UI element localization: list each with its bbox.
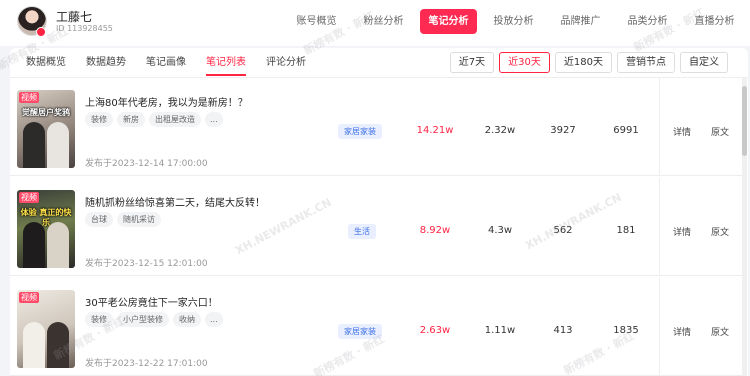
scrollbar-thumb[interactable] xyxy=(742,86,747,156)
table-row: 视频 觉醒居户奖鸦 上海80年代老房，我以为是新房！？ 装修 新房 出租屋改造 … xyxy=(10,78,743,176)
shares-value: 181 xyxy=(616,225,636,236)
comments-value: 3927 xyxy=(550,125,576,136)
interactions-value: 8.92w xyxy=(419,225,451,236)
nav-category-analysis[interactable]: 品类分析 xyxy=(614,9,681,34)
tag-chip[interactable]: 新房 xyxy=(117,112,145,127)
person-figure xyxy=(47,122,69,168)
range-marketing-node-button[interactable]: 营销节点 xyxy=(617,52,675,73)
note-title[interactable]: 随机抓粉丝给惊喜第二天，结尾大反转！ xyxy=(85,194,265,209)
note-tags: 台球 随机采访 xyxy=(85,212,161,227)
tag-chip[interactable]: 随机采访 xyxy=(117,212,161,227)
main-nav: 账号概览 粉丝分析 笔记分析 投放分析 品牌推广 品类分析 直播分析 xyxy=(283,9,748,34)
platform-badge-icon xyxy=(36,27,46,37)
person-figure xyxy=(23,222,45,268)
note-list: 视频 觉醒居户奖鸦 上海80年代老房，我以为是新房！？ 装修 新房 出租屋改造 … xyxy=(10,78,748,376)
publish-time: 发布于2023-12-14 17:00:00 xyxy=(85,159,208,169)
note-thumbnail[interactable]: 视频 体验 真正的快乐 xyxy=(17,190,75,268)
note-thumbnail[interactable]: 视频 xyxy=(17,290,75,368)
actions-column xyxy=(659,278,743,376)
publish-time: 发布于2023-12-15 12:01:00 xyxy=(85,259,208,269)
more-tags-button[interactable]: ... xyxy=(205,312,223,327)
top-header: 工藤七 ID 113928455 账号概览 粉丝分析 笔记分析 投放分析 品牌推… xyxy=(0,0,750,46)
detail-link[interactable]: 详情 xyxy=(673,125,691,138)
vertical-scrollbar[interactable] xyxy=(742,78,747,376)
range-30d-button[interactable]: 近30天 xyxy=(499,52,550,73)
user-id: ID 113928455 xyxy=(56,24,113,33)
tag-chip[interactable]: 小户型装修 xyxy=(117,312,169,327)
person-figure xyxy=(23,322,45,368)
comments-value: 413 xyxy=(553,325,573,336)
sub-tabs: 数据概览 数据趋势 笔记画像 笔记列表 评论分析 xyxy=(26,48,326,78)
tag-chip[interactable]: 出租屋改造 xyxy=(149,112,201,127)
video-badge: 视频 xyxy=(19,192,39,203)
likes-value: 1.11w xyxy=(484,325,516,336)
tab-comment-analysis[interactable]: 评论分析 xyxy=(266,48,306,78)
note-tags: 装修 新房 出租屋改造 ... xyxy=(85,112,223,127)
original-link[interactable]: 原文 xyxy=(711,225,729,238)
nav-account-overview[interactable]: 账号概览 xyxy=(283,9,350,34)
person-figure xyxy=(47,322,69,368)
nav-live-analysis[interactable]: 直播分析 xyxy=(681,9,748,34)
nav-brand-promotion[interactable]: 品牌推广 xyxy=(547,9,614,34)
comments-value: 562 xyxy=(553,225,573,236)
range-7d-button[interactable]: 近7天 xyxy=(449,52,495,73)
detail-link[interactable]: 详情 xyxy=(673,225,691,238)
note-thumbnail[interactable]: 视频 觉醒居户奖鸦 xyxy=(17,90,75,168)
original-link[interactable]: 原文 xyxy=(711,325,729,338)
category-badge: 家居家装 xyxy=(338,124,382,139)
shares-value: 1835 xyxy=(613,325,639,336)
actions-column xyxy=(659,78,743,176)
tab-note-profile[interactable]: 笔记画像 xyxy=(146,48,186,78)
user-name: 工藤七 xyxy=(56,10,93,24)
shares-value: 6991 xyxy=(613,125,639,136)
original-link[interactable]: 原文 xyxy=(711,125,729,138)
person-figure xyxy=(47,222,69,268)
nav-notes-analysis[interactable]: 笔记分析 xyxy=(420,9,477,34)
actions-column xyxy=(659,178,743,276)
note-tags: 装修 小户型装修 收纳 ... xyxy=(85,312,223,327)
nav-fans-analysis[interactable]: 粉丝分析 xyxy=(350,9,417,34)
thumbnail-caption: 觉醒居户奖鸦 xyxy=(22,108,70,117)
interactions-value: 14.21w xyxy=(416,125,454,136)
category-badge: 家居家装 xyxy=(338,324,382,339)
publish-time: 发布于2023-12-22 17:01:00 xyxy=(85,359,208,369)
nav-ads-analysis[interactable]: 投放分析 xyxy=(480,9,547,34)
interactions-value: 2.63w xyxy=(419,325,451,336)
detail-link[interactable]: 详情 xyxy=(673,325,691,338)
likes-value: 2.32w xyxy=(484,125,516,136)
tag-chip[interactable]: 收纳 xyxy=(173,312,201,327)
tag-chip[interactable]: 台球 xyxy=(85,212,113,227)
table-row: 视频 体验 真正的快乐 随机抓粉丝给惊喜第二天，结尾大反转！ 台球 随机采访 发… xyxy=(10,178,743,276)
note-title[interactable]: 30平老公房竟住下一家六口！ xyxy=(85,294,218,309)
tag-chip[interactable]: 装修 xyxy=(85,112,113,127)
person-figure xyxy=(23,122,45,168)
tab-data-trend[interactable]: 数据趋势 xyxy=(86,48,126,78)
note-title[interactable]: 上海80年代老房，我以为是新房！？ xyxy=(85,94,248,109)
tag-chip[interactable]: 装修 xyxy=(85,312,113,327)
table-row: 视频 30平老公房竟住下一家六口！ 装修 小户型装修 收纳 ... 发布于202… xyxy=(10,278,743,376)
category-badge: 生活 xyxy=(348,224,376,239)
video-badge: 视频 xyxy=(19,92,39,103)
date-range-group: 近7天 近30天 近180天 营销节点 自定义 xyxy=(449,52,728,73)
more-tags-button[interactable]: ... xyxy=(205,112,223,127)
sub-toolbar: 数据概览 数据趋势 笔记画像 笔记列表 评论分析 近7天 近30天 近180天 … xyxy=(10,48,748,78)
tab-note-list[interactable]: 笔记列表 xyxy=(206,48,246,78)
range-custom-button[interactable]: 自定义 xyxy=(680,52,728,73)
likes-value: 4.3w xyxy=(487,225,513,236)
tab-data-overview[interactable]: 数据概览 xyxy=(26,48,66,78)
range-180d-button[interactable]: 近180天 xyxy=(554,52,612,73)
video-badge: 视频 xyxy=(19,292,39,303)
